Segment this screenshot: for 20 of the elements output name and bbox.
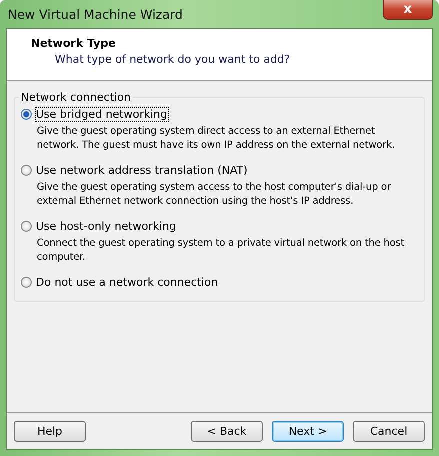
option-description: Give the guest operating system direct access to an external Ethernet network. The guest must have its own IP address on the external network. [36,125,396,153]
dialog-button[interactable]: Help [14,420,86,442]
radio-option[interactable]: Use host-only networking [21,220,176,233]
dialog-button[interactable]: Cancel [353,420,425,442]
radio-option[interactable]: Do not use a network connection [21,276,218,289]
page-subtitle: What type of network do you want to add? [54,53,292,66]
group-title: Network connection [20,91,132,104]
option-description: Give the guest operating system access to the host computer's dial-up or external Ethernet network connection using the host's IP address. [36,181,392,209]
radio-button[interactable] [21,221,32,232]
radio-option[interactable]: Use bridged networking [21,108,168,121]
page-title: Network Type [31,37,117,50]
radio-button[interactable] [21,165,32,176]
radio-option[interactable]: Use network address translation (NAT) [21,164,248,177]
dialog-button[interactable]: < Back [191,420,263,442]
radio-button[interactable] [21,277,32,288]
close-button[interactable]: x [383,0,433,20]
window-title: New Virtual Machine Wizard [7,6,183,22]
dialog-button[interactable]: Next > [272,420,344,442]
radio-button[interactable] [21,109,32,120]
option-description: Connect the guest operating system to a private virtual network on the host computer. [36,237,406,265]
